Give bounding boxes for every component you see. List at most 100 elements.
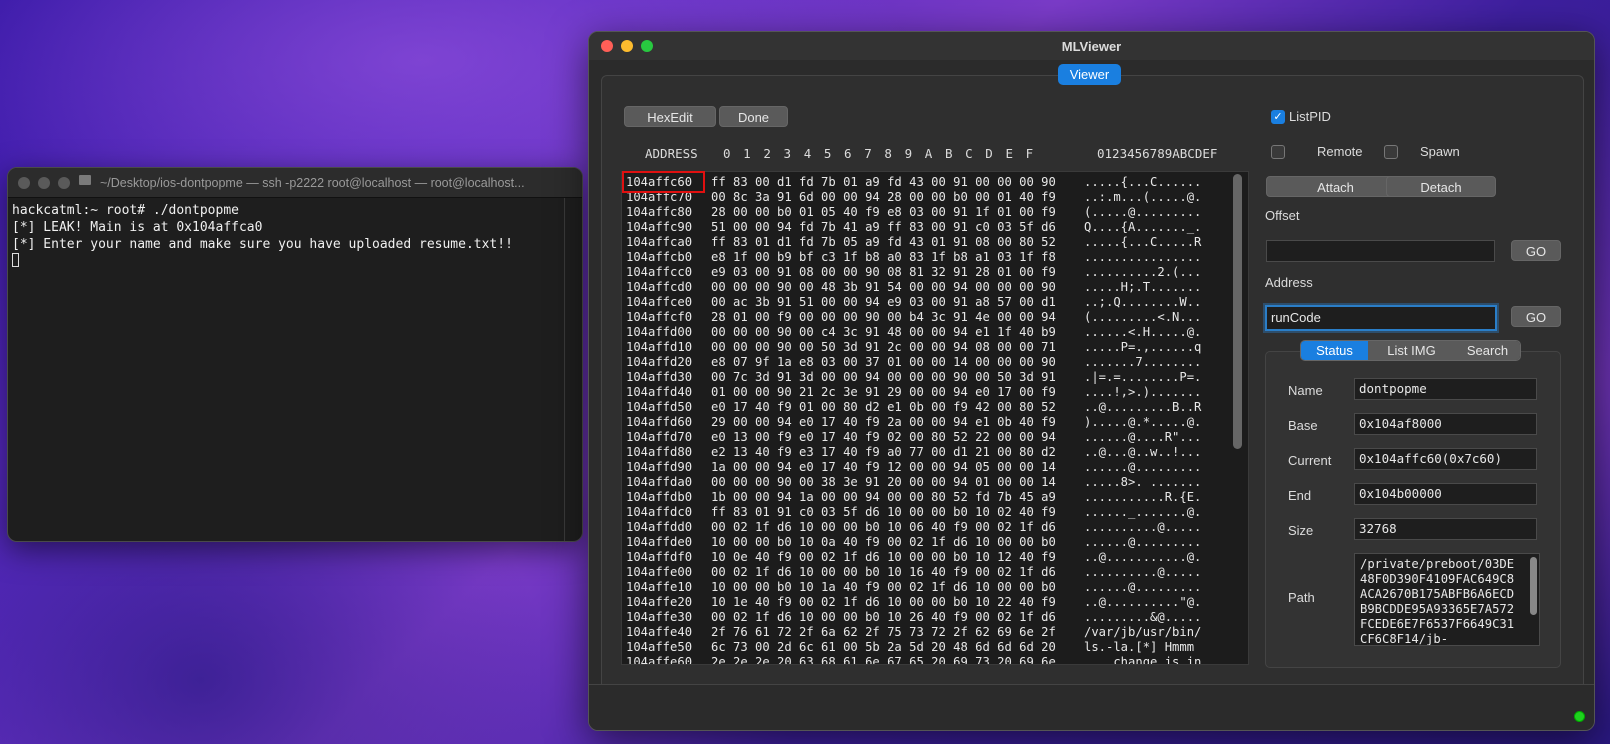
hex-row-address[interactable]: 104affdc0 bbox=[626, 505, 706, 520]
hex-row-bytes[interactable]: 00 02 1f d6 10 00 00 b0 10 26 40 f9 00 0… bbox=[711, 610, 1056, 625]
terminal-output[interactable]: hackcatml:~ root# ./dontpopme [*] LEAK! M… bbox=[8, 198, 582, 274]
hex-row-bytes[interactable]: 01 00 00 90 21 2c 3e 91 29 00 00 94 e0 1… bbox=[711, 385, 1056, 400]
tab-search[interactable]: Search bbox=[1455, 341, 1520, 360]
current-field[interactable]: 0x104affc60(0x7c60) bbox=[1354, 448, 1537, 470]
hex-row-address[interactable]: 104affd80 bbox=[626, 445, 706, 460]
hex-row-bytes[interactable]: 51 00 00 94 fd 7b 41 a9 ff 83 00 91 c0 0… bbox=[711, 220, 1056, 235]
hex-row-address[interactable]: 104affe30 bbox=[626, 610, 706, 625]
spawn-checkbox[interactable] bbox=[1384, 145, 1398, 159]
size-field[interactable]: 32768 bbox=[1354, 518, 1537, 540]
hex-row-address[interactable]: 104affda0 bbox=[626, 475, 706, 490]
hex-row-bytes[interactable]: ff 83 01 d1 fd 7b 05 a9 fd 43 01 91 08 0… bbox=[711, 235, 1056, 250]
end-field[interactable]: 0x104b00000 bbox=[1354, 483, 1537, 505]
hex-row-address[interactable]: 104affc90 bbox=[626, 220, 706, 235]
hex-row-bytes[interactable]: 10 00 00 b0 10 0a 40 f9 00 02 1f d6 10 0… bbox=[711, 535, 1056, 550]
hex-row-address[interactable]: 104affe20 bbox=[626, 595, 706, 610]
attach-button[interactable]: Attach bbox=[1266, 176, 1405, 197]
remote-label: Remote bbox=[1317, 144, 1363, 159]
hex-row-address[interactable]: 104affcf0 bbox=[626, 310, 706, 325]
address-go-button[interactable]: GO bbox=[1511, 306, 1561, 327]
hex-row-bytes[interactable]: 00 00 00 90 00 38 3e 91 20 00 00 94 01 0… bbox=[711, 475, 1056, 490]
terminal-scrollbar[interactable] bbox=[564, 198, 580, 541]
hex-row-bytes[interactable]: 00 02 1f d6 10 00 00 b0 10 06 40 f9 00 0… bbox=[711, 520, 1056, 535]
hex-row-address[interactable]: 104affcc0 bbox=[626, 265, 706, 280]
hex-row-bytes[interactable]: 29 00 00 94 e0 17 40 f9 2a 00 00 94 e1 0… bbox=[711, 415, 1056, 430]
hex-row-address[interactable]: 104affca0 bbox=[626, 235, 706, 250]
hex-row-address[interactable]: 104affd50 bbox=[626, 400, 706, 415]
path-field[interactable]: /private/preboot/03DE48F0D390F4109FAC649… bbox=[1354, 553, 1540, 646]
hex-row-bytes[interactable]: 1b 00 00 94 1a 00 00 94 00 00 80 52 fd 7… bbox=[711, 490, 1056, 505]
hex-row-address[interactable]: 104affdd0 bbox=[626, 520, 706, 535]
offset-input[interactable] bbox=[1266, 240, 1495, 262]
hex-row-address[interactable]: 104affdb0 bbox=[626, 490, 706, 505]
hex-row-bytes[interactable]: 10 0e 40 f9 00 02 1f d6 10 00 00 b0 10 1… bbox=[711, 550, 1056, 565]
hex-row-address[interactable]: 104affde0 bbox=[626, 535, 706, 550]
hex-row-address[interactable]: 104affe40 bbox=[626, 625, 706, 640]
hex-row-bytes[interactable]: 00 00 00 90 00 c4 3c 91 48 00 00 94 e1 1… bbox=[711, 325, 1056, 340]
tab-status[interactable]: Status bbox=[1301, 341, 1368, 360]
hex-row-address[interactable]: 104affce0 bbox=[626, 295, 706, 310]
hex-row-address[interactable]: 104affcb0 bbox=[626, 250, 706, 265]
hex-row-address[interactable]: 104affd30 bbox=[626, 370, 706, 385]
hex-row-bytes[interactable]: 10 00 00 b0 10 1a 40 f9 00 02 1f d6 10 0… bbox=[711, 580, 1056, 595]
hex-row-ascii: .....{...C...... bbox=[1084, 175, 1202, 189]
hex-row-address[interactable]: 104affd00 bbox=[626, 325, 706, 340]
hex-row-address[interactable]: 104affe60 bbox=[626, 655, 706, 664]
zoom-icon[interactable] bbox=[58, 177, 70, 189]
hex-row-bytes[interactable]: e0 13 00 f9 e0 17 40 f9 02 00 80 52 22 0… bbox=[711, 430, 1056, 445]
hex-row-bytes[interactable]: 00 00 00 90 00 48 3b 91 54 00 00 94 00 0… bbox=[711, 280, 1056, 295]
hex-row-address[interactable]: 104affdf0 bbox=[626, 550, 706, 565]
tab-list-img[interactable]: List IMG bbox=[1368, 341, 1455, 360]
hex-row-address[interactable]: 104affd20 bbox=[626, 355, 706, 370]
hex-row-address[interactable]: 104affd90 bbox=[626, 460, 706, 475]
hex-row-bytes[interactable]: 00 02 1f d6 10 00 00 b0 10 16 40 f9 00 0… bbox=[711, 565, 1056, 580]
hex-row-address[interactable]: 104affd60 bbox=[626, 415, 706, 430]
hex-row-bytes[interactable]: e2 13 40 f9 e3 17 40 f9 a0 77 00 d1 21 0… bbox=[711, 445, 1056, 460]
hex-row-bytes[interactable]: ff 83 01 91 c0 03 5f d6 10 00 00 b0 10 0… bbox=[711, 505, 1056, 520]
close-icon[interactable] bbox=[18, 177, 30, 189]
hex-row-bytes[interactable]: ff 83 00 d1 fd 7b 01 a9 fd 43 00 91 00 0… bbox=[711, 175, 1056, 190]
terminal-titlebar[interactable]: ~/Desktop/ios-dontpopme — ssh -p2222 roo… bbox=[8, 168, 582, 198]
name-field[interactable]: dontpopme bbox=[1354, 378, 1537, 400]
mlviewer-titlebar[interactable]: MLViewer bbox=[589, 32, 1594, 60]
path-scrollbar[interactable] bbox=[1530, 557, 1537, 615]
hexedit-button[interactable]: HexEdit bbox=[624, 106, 716, 127]
hex-row-bytes[interactable]: 00 8c 3a 91 6d 00 00 94 28 00 00 b0 00 0… bbox=[711, 190, 1056, 205]
hex-row-bytes[interactable]: 2f 76 61 72 2f 6a 62 2f 75 73 72 2f 62 6… bbox=[711, 625, 1056, 640]
minimize-icon[interactable] bbox=[38, 177, 50, 189]
hex-row-address[interactable]: 104affd40 bbox=[626, 385, 706, 400]
hex-view[interactable]: 104affc60 ff 83 00 d1 fd 7b 01 a9 fd 43 0… bbox=[621, 171, 1249, 665]
hex-row-address[interactable]: 104affe10 bbox=[626, 580, 706, 595]
hex-row-bytes[interactable]: 28 00 00 b0 01 05 40 f9 e8 03 00 91 1f 0… bbox=[711, 205, 1056, 220]
remote-checkbox[interactable] bbox=[1271, 145, 1285, 159]
done-button[interactable]: Done bbox=[719, 106, 788, 127]
offset-go-button[interactable]: GO bbox=[1511, 240, 1561, 261]
hex-row-bytes[interactable]: 6c 73 00 2d 6c 61 00 5b 2a 5d 20 48 6d 6… bbox=[711, 640, 1056, 655]
hex-row-address[interactable]: 104affe50 bbox=[626, 640, 706, 655]
hex-row-bytes[interactable]: 1a 00 00 94 e0 17 40 f9 12 00 00 94 05 0… bbox=[711, 460, 1056, 475]
hex-row-bytes[interactable]: 00 ac 3b 91 51 00 00 94 e9 03 00 91 a8 5… bbox=[711, 295, 1056, 310]
hex-row-bytes[interactable]: 10 1e 40 f9 00 02 1f d6 10 00 00 b0 10 2… bbox=[711, 595, 1056, 610]
hex-row-ascii: ..;.Q........W.. bbox=[1084, 295, 1202, 309]
hex-row-address[interactable]: 104affd70 bbox=[626, 430, 706, 445]
hex-row-bytes[interactable]: 00 00 00 90 00 50 3d 91 2c 00 00 94 08 0… bbox=[711, 340, 1056, 355]
hex-row-bytes[interactable]: e8 07 9f 1a e8 03 00 37 01 00 00 14 00 0… bbox=[711, 355, 1056, 370]
hex-scrollbar[interactable] bbox=[1233, 174, 1242, 449]
hex-row-address[interactable]: 104affcd0 bbox=[626, 280, 706, 295]
hex-row-ascii: .....{...C.....R bbox=[1084, 235, 1202, 249]
hex-row-bytes[interactable]: e9 03 00 91 08 00 00 90 08 81 32 91 28 0… bbox=[711, 265, 1056, 280]
hex-row-address[interactable]: 104affe00 bbox=[626, 565, 706, 580]
hex-row-bytes[interactable]: 28 01 00 f9 00 00 00 90 00 b4 3c 91 4e 0… bbox=[711, 310, 1056, 325]
hex-row-bytes[interactable]: e8 1f 00 b9 bf c3 1f b8 a0 83 1f b8 a1 0… bbox=[711, 250, 1056, 265]
address-input[interactable]: runCode bbox=[1265, 305, 1497, 331]
hex-row-address[interactable]: 104affc80 bbox=[626, 205, 706, 220]
hex-row-bytes[interactable]: e0 17 40 f9 01 00 80 d2 e1 0b 00 f9 42 0… bbox=[711, 400, 1056, 415]
detach-button[interactable]: Detach bbox=[1386, 176, 1496, 197]
tab-viewer[interactable]: Viewer bbox=[1058, 64, 1121, 85]
hex-row-address[interactable]: 104affd10 bbox=[626, 340, 706, 355]
base-field[interactable]: 0x104af8000 bbox=[1354, 413, 1537, 435]
terminal-window[interactable]: ~/Desktop/ios-dontpopme — ssh -p2222 roo… bbox=[7, 167, 583, 542]
hex-row-bytes[interactable]: 2e 2e 2e 20 63 68 61 6e 67 65 20 69 73 2… bbox=[711, 655, 1056, 664]
listpid-checkbox[interactable]: ✓ bbox=[1271, 110, 1285, 124]
hex-row-bytes[interactable]: 00 7c 3d 91 3d 00 00 94 00 00 00 90 00 5… bbox=[711, 370, 1056, 385]
